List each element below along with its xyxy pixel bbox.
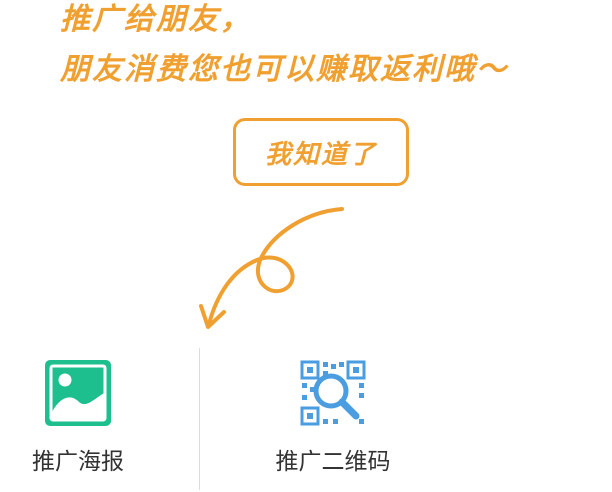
tip-text-line-2: 朋友消费您也可以赚取返利哦～ bbox=[60, 52, 508, 87]
poster-image-icon bbox=[45, 360, 111, 426]
tip-text-line-1: 推广给朋友， bbox=[60, 2, 252, 37]
share-qrcode-label: 推广二维码 bbox=[275, 448, 391, 474]
share-poster-option[interactable]: 推广海报 bbox=[18, 360, 138, 476]
share-poster-label: 推广海报 bbox=[32, 448, 124, 474]
got-it-button[interactable]: 我知道了 bbox=[233, 118, 409, 186]
options-divider bbox=[199, 348, 200, 490]
curved-arrow-icon bbox=[199, 207, 344, 329]
share-qrcode-option[interactable]: 推广二维码 bbox=[258, 360, 408, 476]
qrcode-search-icon bbox=[300, 360, 366, 426]
